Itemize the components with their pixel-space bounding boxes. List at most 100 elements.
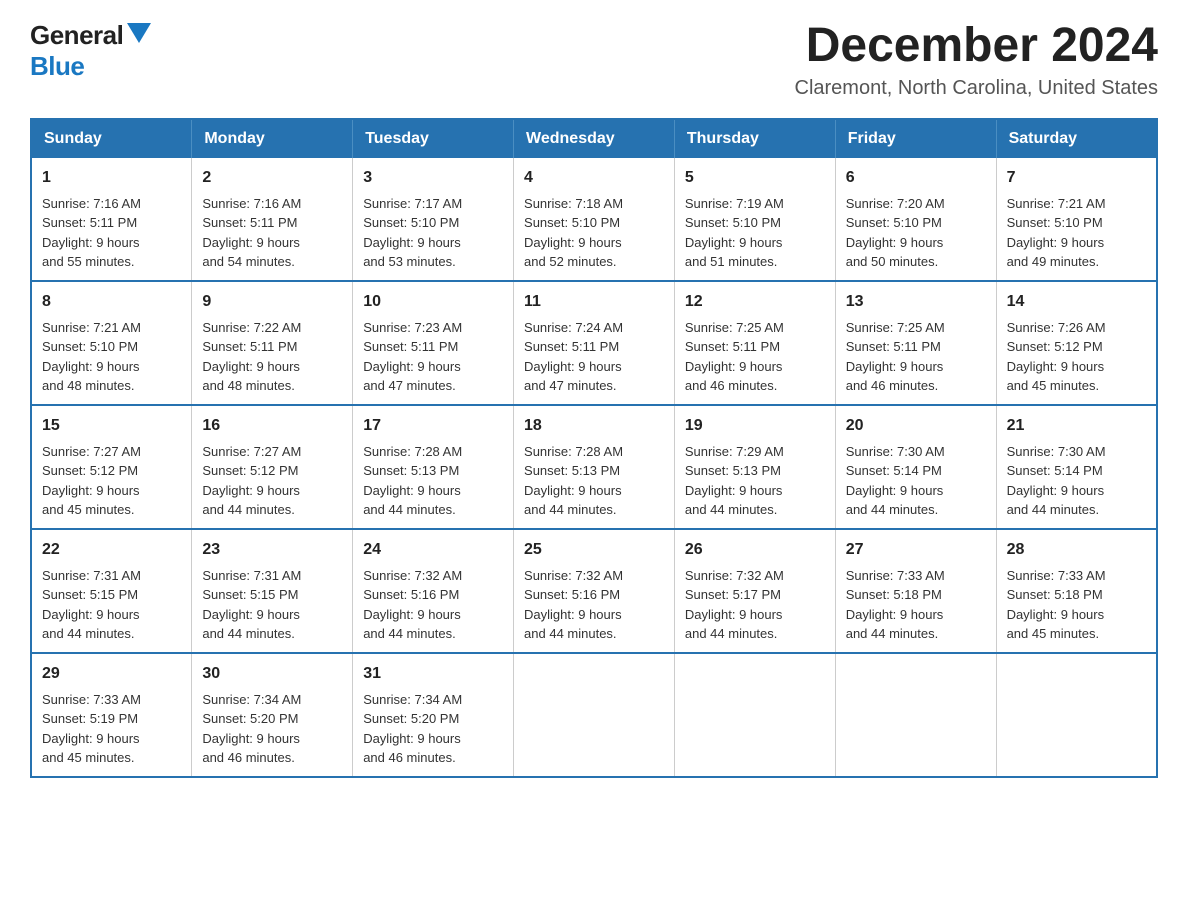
day-number: 19 (685, 414, 825, 438)
calendar-week-row: 29 Sunrise: 7:33 AMSunset: 5:19 PMDaylig… (31, 653, 1157, 777)
day-info: Sunrise: 7:30 AMSunset: 5:14 PMDaylight:… (846, 444, 945, 518)
day-number: 10 (363, 290, 503, 314)
calendar-cell: 13 Sunrise: 7:25 AMSunset: 5:11 PMDaylig… (835, 281, 996, 405)
day-info: Sunrise: 7:16 AMSunset: 5:11 PMDaylight:… (202, 196, 301, 270)
day-info: Sunrise: 7:33 AMSunset: 5:18 PMDaylight:… (1007, 568, 1106, 642)
calendar-cell: 25 Sunrise: 7:32 AMSunset: 5:16 PMDaylig… (514, 529, 675, 653)
logo-triangle-icon (127, 23, 151, 43)
day-number: 21 (1007, 414, 1146, 438)
day-info: Sunrise: 7:22 AMSunset: 5:11 PMDaylight:… (202, 320, 301, 394)
calendar-cell: 7 Sunrise: 7:21 AMSunset: 5:10 PMDayligh… (996, 158, 1157, 281)
day-info: Sunrise: 7:19 AMSunset: 5:10 PMDaylight:… (685, 196, 784, 270)
calendar-cell: 12 Sunrise: 7:25 AMSunset: 5:11 PMDaylig… (674, 281, 835, 405)
calendar-cell: 30 Sunrise: 7:34 AMSunset: 5:20 PMDaylig… (192, 653, 353, 777)
day-number: 28 (1007, 538, 1146, 562)
logo: General Blue (30, 20, 151, 82)
calendar-cell: 15 Sunrise: 7:27 AMSunset: 5:12 PMDaylig… (31, 405, 192, 529)
calendar-week-row: 15 Sunrise: 7:27 AMSunset: 5:12 PMDaylig… (31, 405, 1157, 529)
calendar-cell: 23 Sunrise: 7:31 AMSunset: 5:15 PMDaylig… (192, 529, 353, 653)
day-info: Sunrise: 7:21 AMSunset: 5:10 PMDaylight:… (42, 320, 141, 394)
day-number: 17 (363, 414, 503, 438)
day-info: Sunrise: 7:23 AMSunset: 5:11 PMDaylight:… (363, 320, 462, 394)
calendar-week-row: 8 Sunrise: 7:21 AMSunset: 5:10 PMDayligh… (31, 281, 1157, 405)
calendar-cell (514, 653, 675, 777)
calendar-week-row: 22 Sunrise: 7:31 AMSunset: 5:15 PMDaylig… (31, 529, 1157, 653)
day-number: 7 (1007, 166, 1146, 190)
day-info: Sunrise: 7:28 AMSunset: 5:13 PMDaylight:… (363, 444, 462, 518)
calendar-cell: 11 Sunrise: 7:24 AMSunset: 5:11 PMDaylig… (514, 281, 675, 405)
calendar-cell: 29 Sunrise: 7:33 AMSunset: 5:19 PMDaylig… (31, 653, 192, 777)
weekday-header-friday: Friday (835, 119, 996, 158)
day-info: Sunrise: 7:16 AMSunset: 5:11 PMDaylight:… (42, 196, 141, 270)
day-number: 26 (685, 538, 825, 562)
day-number: 2 (202, 166, 342, 190)
calendar-cell: 6 Sunrise: 7:20 AMSunset: 5:10 PMDayligh… (835, 158, 996, 281)
page-title: December 2024 (795, 20, 1159, 73)
calendar-cell: 10 Sunrise: 7:23 AMSunset: 5:11 PMDaylig… (353, 281, 514, 405)
weekday-header-monday: Monday (192, 119, 353, 158)
day-number: 25 (524, 538, 664, 562)
day-number: 22 (42, 538, 181, 562)
day-info: Sunrise: 7:21 AMSunset: 5:10 PMDaylight:… (1007, 196, 1106, 270)
day-info: Sunrise: 7:24 AMSunset: 5:11 PMDaylight:… (524, 320, 623, 394)
day-number: 23 (202, 538, 342, 562)
day-number: 3 (363, 166, 503, 190)
weekday-header-tuesday: Tuesday (353, 119, 514, 158)
page-subtitle: Claremont, North Carolina, United States (795, 77, 1159, 100)
calendar-cell: 26 Sunrise: 7:32 AMSunset: 5:17 PMDaylig… (674, 529, 835, 653)
day-info: Sunrise: 7:26 AMSunset: 5:12 PMDaylight:… (1007, 320, 1106, 394)
day-info: Sunrise: 7:17 AMSunset: 5:10 PMDaylight:… (363, 196, 462, 270)
calendar-cell: 24 Sunrise: 7:32 AMSunset: 5:16 PMDaylig… (353, 529, 514, 653)
day-info: Sunrise: 7:32 AMSunset: 5:16 PMDaylight:… (524, 568, 623, 642)
day-number: 5 (685, 166, 825, 190)
day-info: Sunrise: 7:29 AMSunset: 5:13 PMDaylight:… (685, 444, 784, 518)
day-info: Sunrise: 7:31 AMSunset: 5:15 PMDaylight:… (202, 568, 301, 642)
calendar-cell: 4 Sunrise: 7:18 AMSunset: 5:10 PMDayligh… (514, 158, 675, 281)
day-info: Sunrise: 7:27 AMSunset: 5:12 PMDaylight:… (42, 444, 141, 518)
page-header: General Blue December 2024 Claremont, No… (30, 20, 1158, 100)
day-number: 16 (202, 414, 342, 438)
day-info: Sunrise: 7:30 AMSunset: 5:14 PMDaylight:… (1007, 444, 1106, 518)
weekday-header-saturday: Saturday (996, 119, 1157, 158)
calendar-cell (674, 653, 835, 777)
day-info: Sunrise: 7:25 AMSunset: 5:11 PMDaylight:… (846, 320, 945, 394)
day-info: Sunrise: 7:34 AMSunset: 5:20 PMDaylight:… (363, 692, 462, 766)
calendar-cell: 3 Sunrise: 7:17 AMSunset: 5:10 PMDayligh… (353, 158, 514, 281)
day-number: 6 (846, 166, 986, 190)
day-number: 13 (846, 290, 986, 314)
calendar-cell: 31 Sunrise: 7:34 AMSunset: 5:20 PMDaylig… (353, 653, 514, 777)
day-info: Sunrise: 7:32 AMSunset: 5:16 PMDaylight:… (363, 568, 462, 642)
day-number: 8 (42, 290, 181, 314)
calendar-week-row: 1 Sunrise: 7:16 AMSunset: 5:11 PMDayligh… (31, 158, 1157, 281)
calendar-cell: 16 Sunrise: 7:27 AMSunset: 5:12 PMDaylig… (192, 405, 353, 529)
calendar-cell (996, 653, 1157, 777)
weekday-header-sunday: Sunday (31, 119, 192, 158)
weekday-header-thursday: Thursday (674, 119, 835, 158)
calendar-cell: 14 Sunrise: 7:26 AMSunset: 5:12 PMDaylig… (996, 281, 1157, 405)
calendar-cell: 1 Sunrise: 7:16 AMSunset: 5:11 PMDayligh… (31, 158, 192, 281)
day-number: 12 (685, 290, 825, 314)
logo-text-general: General (30, 20, 123, 51)
day-number: 27 (846, 538, 986, 562)
calendar-table: SundayMondayTuesdayWednesdayThursdayFrid… (30, 118, 1158, 778)
calendar-cell: 2 Sunrise: 7:16 AMSunset: 5:11 PMDayligh… (192, 158, 353, 281)
day-info: Sunrise: 7:25 AMSunset: 5:11 PMDaylight:… (685, 320, 784, 394)
day-info: Sunrise: 7:31 AMSunset: 5:15 PMDaylight:… (42, 568, 141, 642)
calendar-cell: 21 Sunrise: 7:30 AMSunset: 5:14 PMDaylig… (996, 405, 1157, 529)
title-area: December 2024 Claremont, North Carolina,… (795, 20, 1159, 100)
day-info: Sunrise: 7:28 AMSunset: 5:13 PMDaylight:… (524, 444, 623, 518)
day-number: 9 (202, 290, 342, 314)
weekday-header-wednesday: Wednesday (514, 119, 675, 158)
calendar-cell: 20 Sunrise: 7:30 AMSunset: 5:14 PMDaylig… (835, 405, 996, 529)
day-number: 15 (42, 414, 181, 438)
day-number: 24 (363, 538, 503, 562)
calendar-cell: 17 Sunrise: 7:28 AMSunset: 5:13 PMDaylig… (353, 405, 514, 529)
calendar-cell: 28 Sunrise: 7:33 AMSunset: 5:18 PMDaylig… (996, 529, 1157, 653)
calendar-cell (835, 653, 996, 777)
calendar-cell: 18 Sunrise: 7:28 AMSunset: 5:13 PMDaylig… (514, 405, 675, 529)
day-info: Sunrise: 7:34 AMSunset: 5:20 PMDaylight:… (202, 692, 301, 766)
calendar-cell: 19 Sunrise: 7:29 AMSunset: 5:13 PMDaylig… (674, 405, 835, 529)
day-number: 11 (524, 290, 664, 314)
day-number: 14 (1007, 290, 1146, 314)
day-info: Sunrise: 7:32 AMSunset: 5:17 PMDaylight:… (685, 568, 784, 642)
